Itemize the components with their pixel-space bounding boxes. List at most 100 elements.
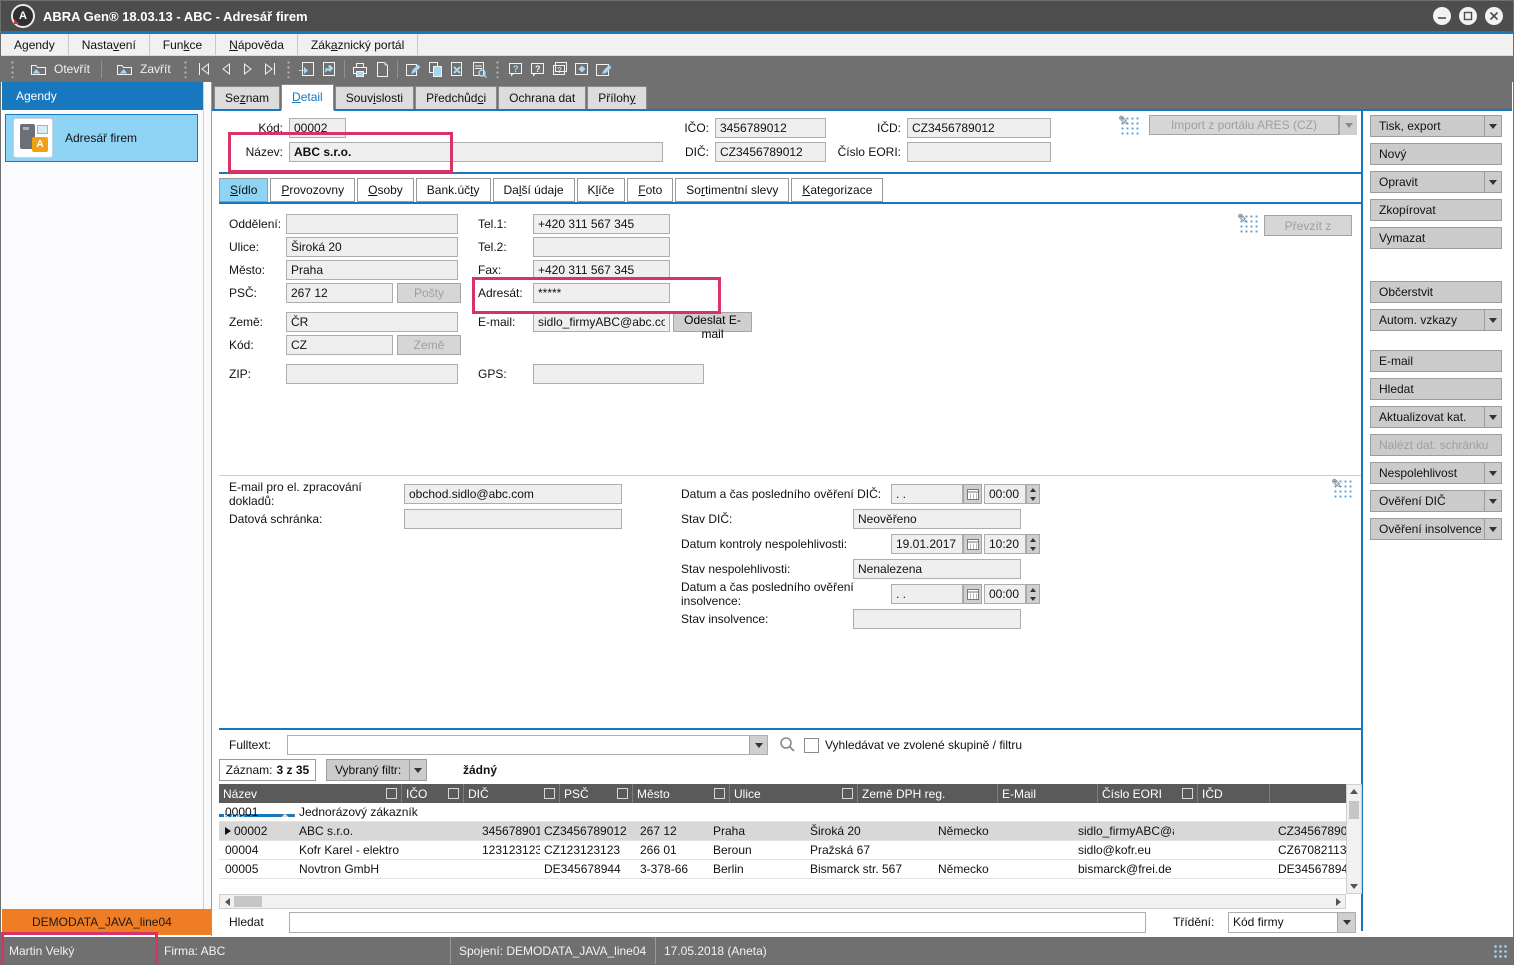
overeni-dic-button[interactable]: Ověření DIČ [1370, 490, 1502, 512]
subtab-foto[interactable]: Foto [627, 178, 673, 202]
gps-input[interactable] [533, 364, 704, 384]
last-record-icon[interactable] [259, 58, 281, 80]
sidebar-scrollbar[interactable] [203, 82, 211, 909]
resize-grip[interactable] [1493, 944, 1507, 958]
column-header-icd[interactable]: IČD [1198, 784, 1270, 803]
filter-icon[interactable] [448, 788, 459, 799]
print-icon[interactable] [349, 58, 371, 80]
chevron-down-icon[interactable] [1484, 491, 1501, 511]
time-spinner[interactable] [1026, 484, 1040, 504]
scroll-right-icon[interactable] [1331, 895, 1345, 908]
prevzit-z-button[interactable]: Převzít z [1264, 215, 1352, 236]
mesto-input[interactable] [286, 260, 458, 280]
tel2-input[interactable] [533, 237, 670, 257]
subtab-dalsi-udaje[interactable]: Další údaje [493, 178, 575, 202]
vymazat-button[interactable]: Vymazat [1370, 227, 1502, 249]
kod-zeme-input[interactable] [286, 335, 393, 355]
chevron-down-icon[interactable] [1337, 913, 1355, 932]
column-header-psc[interactable]: PSČ [560, 784, 633, 803]
dic-input[interactable] [715, 142, 826, 162]
chevron-down-icon[interactable] [1484, 116, 1501, 136]
ico-input[interactable] [715, 118, 826, 138]
odeslat-email-button[interactable]: Odeslat E-mail [673, 312, 752, 332]
hledat-button[interactable]: Hledat [1370, 378, 1502, 400]
first-record-icon[interactable] [193, 58, 215, 80]
nazev-input[interactable] [289, 142, 663, 162]
menu-napoveda[interactable]: Nápověda [216, 34, 298, 55]
calendar-icon[interactable] [963, 584, 982, 604]
nespolehlivost-button[interactable]: Nespolehlivost [1370, 462, 1502, 484]
chevron-down-icon[interactable] [409, 760, 426, 780]
close-button[interactable] [1485, 7, 1503, 25]
copy-record-icon[interactable] [424, 58, 446, 80]
subtab-sidlo[interactable]: Sídlo [219, 178, 268, 202]
chevron-down-icon[interactable] [1484, 310, 1501, 330]
tab-ochrana-dat[interactable]: Ochrana dat [498, 86, 586, 109]
ulice-input[interactable] [286, 237, 458, 257]
new-page-icon[interactable] [371, 58, 393, 80]
scroll-up-icon[interactable] [1347, 785, 1361, 798]
table-row[interactable]: 00005Novtron GmbHDE3456789443-378-66Berl… [219, 860, 1346, 879]
sidebar-item-adresar-firem[interactable]: A Adresář firem [5, 114, 198, 162]
zkopirovat-button[interactable]: Zkopírovat [1370, 199, 1502, 221]
column-header-zeme-dph[interactable]: Země DPH reg. [858, 784, 998, 803]
time-spinner[interactable] [1026, 534, 1040, 554]
stav-nespolehlivosti-input[interactable] [853, 559, 1021, 579]
novy-button[interactable]: Nový [1370, 143, 1502, 165]
menu-nastaveni[interactable]: Nastavení [69, 34, 150, 55]
close-button-toolbar[interactable]: Zavřít [106, 58, 178, 80]
insolvence-time-input[interactable] [984, 584, 1026, 604]
delete-record-icon[interactable] [446, 58, 468, 80]
table-row-selected[interactable]: 00002ABC s.r.o.3456789012CZ3456789012267… [219, 822, 1346, 841]
datova-schranka-input[interactable] [404, 509, 622, 529]
context-help-icon[interactable]: ? [527, 58, 549, 80]
menu-funkce[interactable]: Funkce [150, 34, 216, 55]
fax-input[interactable] [533, 260, 670, 280]
eori-input[interactable] [907, 142, 1051, 162]
subtab-provozovny[interactable]: Provozovny [270, 178, 355, 202]
overeni-dic-date-input[interactable] [891, 484, 963, 504]
chevron-down-icon[interactable] [1484, 172, 1501, 192]
filter-icon[interactable] [714, 788, 725, 799]
adresat-input[interactable] [533, 283, 670, 303]
filter-icon[interactable] [544, 788, 555, 799]
filter-icon[interactable] [842, 788, 853, 799]
zip-input[interactable] [286, 364, 458, 384]
obcerstvit-button[interactable]: Občerstvit [1370, 281, 1502, 303]
calendar-icon[interactable] [963, 484, 982, 504]
posty-button[interactable]: Pošty [397, 283, 461, 303]
column-header-dic[interactable]: DIČ [464, 784, 560, 803]
filter-icon[interactable] [1182, 788, 1193, 799]
email-doklady-input[interactable] [404, 484, 622, 504]
hledat-input[interactable] [289, 912, 1146, 933]
column-header-nazev[interactable]: Název [219, 784, 402, 803]
tab-souvislosti[interactable]: Souvislosti [335, 86, 414, 109]
stav-insolvence-input[interactable] [853, 609, 1021, 629]
kontrola-time-input[interactable] [984, 534, 1026, 554]
email-button[interactable]: E-mail [1370, 350, 1502, 372]
feedback-form-icon[interactable] [593, 58, 615, 80]
table-row[interactable]: 00001Jednorázový zákazník [219, 803, 1346, 822]
column-header-eori[interactable]: Číslo EORI [1098, 784, 1198, 803]
tel1-input[interactable] [533, 214, 670, 234]
search-icon[interactable] [778, 735, 796, 756]
tab-predchudci[interactable]: Předchůdci [415, 86, 497, 109]
maximize-button[interactable] [1459, 7, 1477, 25]
toolbar-drag-handle[interactable] [286, 60, 291, 78]
help-topics-icon[interactable]: ? [549, 58, 571, 80]
stav-dic-input[interactable] [853, 509, 1021, 529]
overeni-insolvence-button[interactable]: Ověření insolvence [1370, 518, 1502, 540]
autom-vzkazy-button[interactable]: Autom. vzkazy [1370, 309, 1502, 331]
kontrola-date-input[interactable] [891, 534, 963, 554]
chevron-down-icon[interactable] [1339, 115, 1357, 135]
subtab-kategorizace[interactable]: Kategorizace [791, 178, 883, 202]
tab-detail[interactable]: Detail [281, 84, 334, 111]
filter-icon[interactable] [617, 788, 628, 799]
time-spinner[interactable] [1026, 584, 1040, 604]
subtab-bank-ucty[interactable]: Bank.účty [416, 178, 491, 202]
toolbar-drag-handle[interactable] [495, 60, 500, 78]
scrollbar-thumb[interactable] [234, 896, 262, 907]
minimize-button[interactable] [1433, 7, 1451, 25]
help-icon[interactable]: ? [505, 58, 527, 80]
insolvence-date-input[interactable] [891, 584, 963, 604]
